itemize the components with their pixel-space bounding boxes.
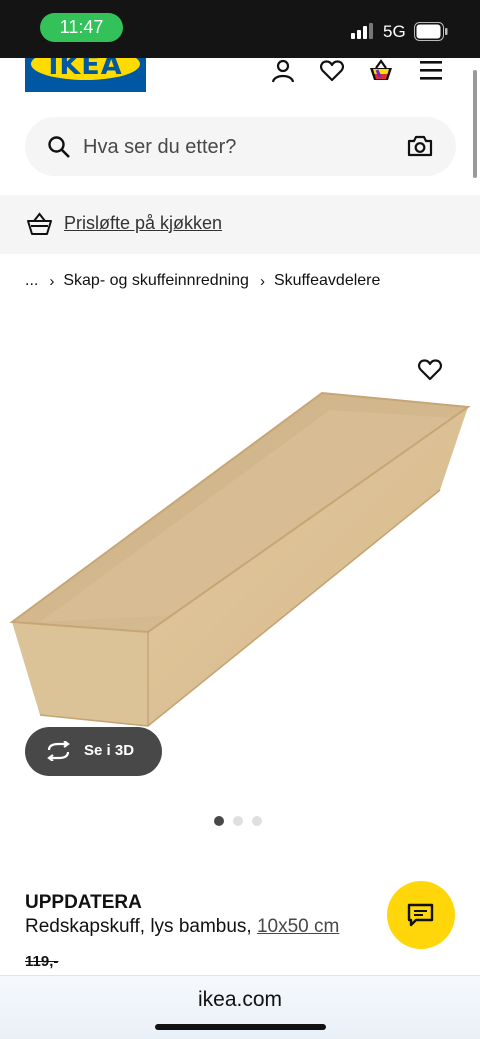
battery-icon (414, 22, 448, 41)
home-indicator[interactable] (155, 1024, 326, 1030)
search-bar (25, 117, 456, 176)
price-promise-link[interactable]: Prisløfte på kjøkken (64, 213, 222, 234)
carousel-dot[interactable] (214, 816, 224, 826)
network-type: 5G (383, 22, 406, 41)
heart-icon[interactable] (319, 58, 345, 84)
basket-outline-icon (27, 212, 52, 235)
product-size-link[interactable]: 10x50 cm (257, 916, 339, 937)
favorite-heart-icon[interactable] (417, 358, 443, 382)
breadcrumb-cabinet-interior[interactable]: Skap- og skuffeinnredning (63, 272, 249, 290)
product-name: UPPDATERA (25, 892, 142, 913)
chat-button[interactable] (387, 881, 455, 949)
camera-icon[interactable] (407, 134, 433, 158)
breadcrumb-drawer-dividers[interactable]: Skuffeavdelere (274, 272, 380, 290)
signal-icon (351, 23, 373, 39)
breadcrumb-ellipsis[interactable]: ... (25, 272, 38, 290)
basket-icon[interactable] (368, 58, 394, 84)
product-type: Redskapskuff, lys bambus, (25, 916, 252, 937)
page: 11:47 5G IKEA Hva ser du etter? Prisløft… (0, 0, 480, 1039)
image-carousel-dots (214, 816, 262, 826)
view-in-3d-button[interactable]: Se i 3D (25, 727, 162, 776)
logo-text: IKEA (48, 58, 123, 81)
browser-url-bar[interactable]: ikea.com (0, 975, 480, 1039)
chevron-right-icon: › (259, 272, 265, 290)
old-price: 119,- (25, 953, 59, 970)
chevron-right-icon: › (49, 272, 55, 290)
view-in-3d-label: Se i 3D (84, 742, 135, 759)
search-icon (48, 136, 70, 158)
chat-icon (407, 903, 434, 927)
carousel-dot[interactable] (233, 816, 243, 826)
price-promise-banner[interactable]: Prisløfte på kjøkken (0, 195, 480, 254)
site-header: IKEA (0, 58, 480, 106)
rotate-3d-icon (47, 741, 70, 761)
status-bar: 11:47 5G (0, 0, 480, 58)
status-time: 11:47 (40, 13, 123, 42)
breadcrumb: ... › Skap- og skuffeinnredning › Skuffe… (25, 270, 380, 292)
product-description: Redskapskuff, lys bambus, 10x50 cm (25, 916, 339, 938)
menu-icon[interactable] (418, 58, 444, 84)
search-input[interactable] (83, 131, 383, 163)
ikea-logo[interactable]: IKEA (25, 58, 146, 92)
profile-icon[interactable] (270, 58, 296, 84)
carousel-dot[interactable] (252, 816, 262, 826)
url-text: ikea.com (197, 988, 283, 1011)
scrollbar-thumb[interactable] (473, 70, 477, 178)
